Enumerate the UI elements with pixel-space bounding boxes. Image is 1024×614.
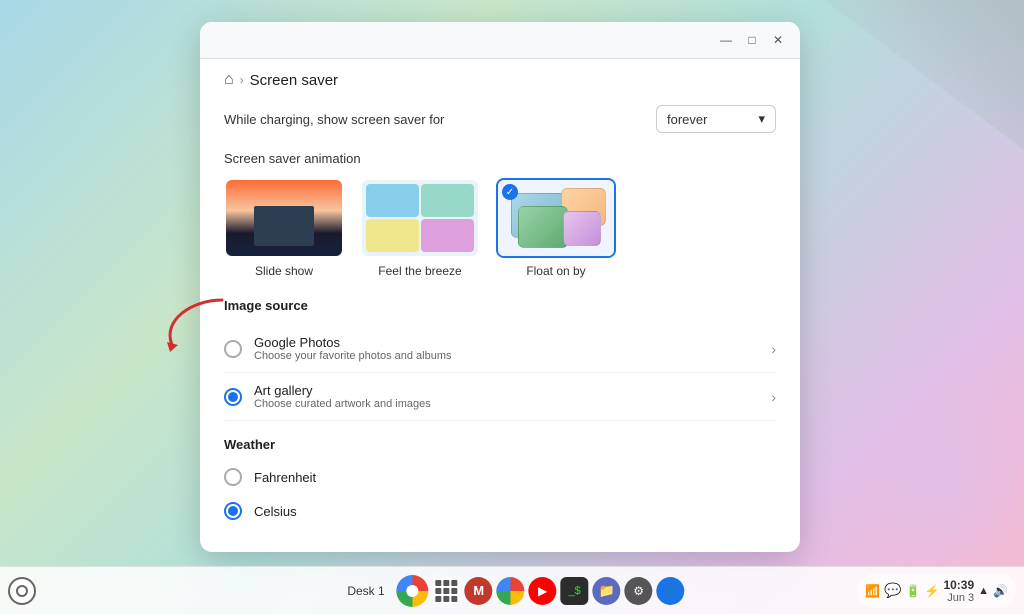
desk-label: Desk 1 xyxy=(339,584,392,598)
bg-decoration xyxy=(824,0,1024,150)
volume-icon: 🔊 xyxy=(993,584,1008,598)
float-photos-preview xyxy=(506,188,606,248)
gmail-icon[interactable]: M xyxy=(465,577,493,605)
breeze-cell-3 xyxy=(366,219,419,252)
window-titlebar: — □ ✕ xyxy=(200,22,800,59)
fahrenheit-option[interactable]: Fahrenheit xyxy=(224,460,776,494)
clock[interactable]: 10:39 Jun 3 xyxy=(943,578,974,604)
fahrenheit-label: Fahrenheit xyxy=(254,470,316,485)
celsius-radio[interactable] xyxy=(224,502,242,520)
files-icon[interactable]: 📁 xyxy=(593,577,621,605)
float-thumbnail: ✓ xyxy=(496,178,616,258)
animation-option-float[interactable]: ✓ Float on by xyxy=(496,178,616,278)
taskbar-right: 📶 💬 🔋 ⚡ 10:39 Jun 3 ▲ 🔊 xyxy=(857,574,1016,608)
time-display: 10:39 xyxy=(943,578,974,592)
float-photo-4 xyxy=(563,211,601,246)
bg-decoration-right xyxy=(844,374,1024,574)
animation-section-title: Screen saver animation xyxy=(224,151,776,166)
taskbar-left xyxy=(8,577,36,605)
terminal-icon[interactable]: _$ xyxy=(561,577,589,605)
breeze-label: Feel the breeze xyxy=(378,264,461,278)
minimize-button[interactable]: — xyxy=(716,30,736,50)
close-button[interactable]: ✕ xyxy=(768,30,788,50)
art-gallery-desc: Choose curated artwork and images xyxy=(254,398,431,410)
youtube-icon[interactable]: ▶ xyxy=(529,577,557,605)
breeze-preview xyxy=(362,180,478,256)
float-label: Float on by xyxy=(526,264,585,278)
weather-title: Weather xyxy=(224,437,776,452)
celsius-option[interactable]: Celsius xyxy=(224,494,776,528)
animation-option-slideshow[interactable]: Slide show xyxy=(224,178,344,278)
art-gallery-left: Art gallery Choose curated artwork and i… xyxy=(224,383,431,410)
window-content: ⌂ › Screen saver While charging, show sc… xyxy=(200,59,800,552)
photos-icon[interactable] xyxy=(497,577,525,605)
google-photos-radio[interactable] xyxy=(224,340,242,358)
chrome-app-icon[interactable] xyxy=(397,575,429,607)
animation-options: Slide show Feel the breeze xyxy=(224,178,776,278)
date-display: Jun 3 xyxy=(943,592,974,604)
bluetooth-icon: ⚡ xyxy=(925,584,940,598)
animation-option-breeze[interactable]: Feel the breeze xyxy=(360,178,480,278)
wifi-signal-icon: ▲ xyxy=(978,585,989,597)
selected-check-icon: ✓ xyxy=(502,184,518,200)
charging-dropdown[interactable]: forever ▾ xyxy=(656,105,776,133)
google-photos-title: Google Photos xyxy=(254,335,452,350)
battery-icon: 🔋 xyxy=(906,584,921,598)
art-gallery-text: Art gallery Choose curated artwork and i… xyxy=(254,383,431,410)
breeze-cell-1 xyxy=(366,184,419,217)
google-photos-option[interactable]: Google Photos Choose your favorite photo… xyxy=(224,325,776,373)
google-photos-left: Google Photos Choose your favorite photo… xyxy=(224,335,452,362)
slideshow-label: Slide show xyxy=(255,264,313,278)
page-title: Screen saver xyxy=(250,72,338,89)
maximize-button[interactable]: □ xyxy=(742,30,762,50)
extension-icon[interactable]: ⚙ xyxy=(625,577,653,605)
fahrenheit-radio[interactable] xyxy=(224,468,242,486)
system-tray: 📶 💬 🔋 ⚡ 10:39 Jun 3 ▲ 🔊 xyxy=(857,574,1016,608)
breadcrumb-chevron-icon: › xyxy=(240,73,244,87)
art-gallery-radio[interactable] xyxy=(224,388,242,406)
settings-window: — □ ✕ ⌂ › Screen saver While charging, s… xyxy=(200,22,800,552)
breeze-cell-2 xyxy=(421,184,474,217)
charging-row: While charging, show screen saver for fo… xyxy=(224,105,776,133)
charging-value: forever xyxy=(667,112,707,127)
image-source-title: Image source xyxy=(224,298,776,313)
breadcrumb: ⌂ › Screen saver xyxy=(224,59,776,105)
google-photos-desc: Choose your favorite photos and albums xyxy=(254,350,452,362)
avatar-icon[interactable]: 👤 xyxy=(657,577,685,605)
launcher-button[interactable] xyxy=(8,577,36,605)
art-gallery-option[interactable]: Art gallery Choose curated artwork and i… xyxy=(224,373,776,421)
google-photos-text: Google Photos Choose your favorite photo… xyxy=(254,335,452,362)
breeze-thumbnail xyxy=(360,178,480,258)
breeze-cell-4 xyxy=(421,219,474,252)
apps-grid-icon[interactable] xyxy=(433,577,461,605)
taskbar-center: Desk 1 M ▶ _$ 📁 ⚙ 👤 xyxy=(339,575,684,607)
taskbar: Desk 1 M ▶ _$ 📁 ⚙ 👤 📶 xyxy=(0,566,1024,614)
celsius-label: Celsius xyxy=(254,504,297,519)
home-icon[interactable]: ⌂ xyxy=(224,71,234,89)
float-photo-3 xyxy=(518,206,568,248)
float-preview: ✓ xyxy=(498,180,614,256)
whatsapp-icon[interactable]: 💬 xyxy=(884,582,901,599)
network-icon: 📶 xyxy=(865,584,880,598)
chevron-down-icon: ▾ xyxy=(758,111,765,127)
art-gallery-title: Art gallery xyxy=(254,383,431,398)
google-photos-chevron-icon: › xyxy=(771,341,776,357)
art-gallery-chevron-icon: › xyxy=(771,389,776,405)
charging-label: While charging, show screen saver for xyxy=(224,112,444,127)
slideshow-preview xyxy=(226,180,342,256)
slideshow-thumbnail xyxy=(224,178,344,258)
